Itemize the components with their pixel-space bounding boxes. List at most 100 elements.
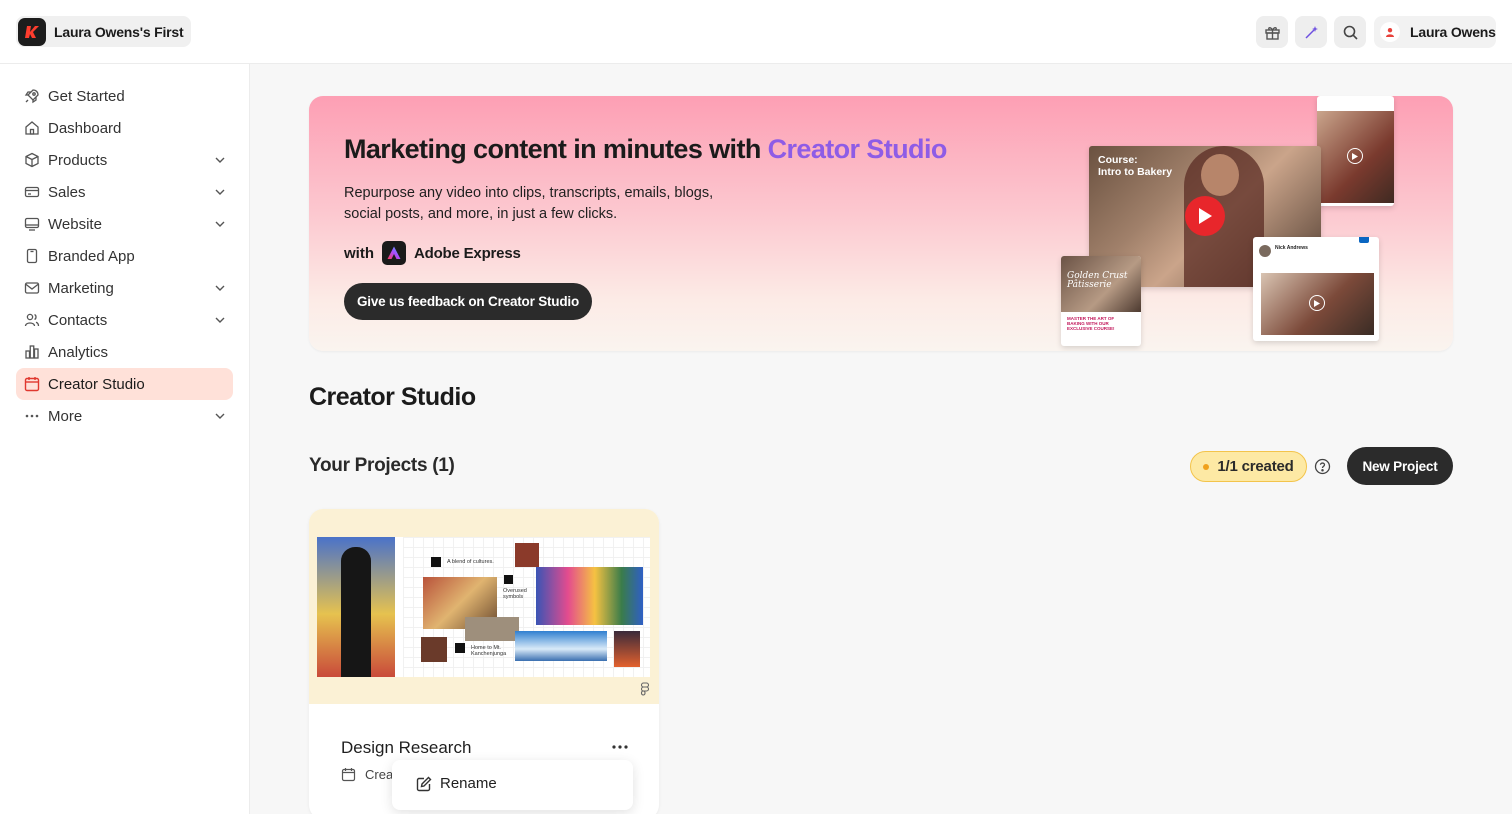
chevron-down-icon: [215, 221, 225, 227]
sidebar-item-more[interactable]: More: [16, 400, 233, 432]
sidebar-item-label: Branded App: [48, 247, 135, 265]
more-options-icon[interactable]: [609, 739, 631, 755]
figma-icon: [640, 682, 650, 696]
gift-button[interactable]: [1256, 16, 1288, 48]
play-icon: [1309, 295, 1325, 311]
feedback-button[interactable]: Give us feedback on Creator Studio: [344, 283, 592, 320]
social-post-preview: [1317, 96, 1394, 206]
created-count-label: 1/1 created: [1217, 458, 1294, 475]
workspace-name: Laura Owens's First: [54, 23, 184, 40]
slide-caption: Home to Mt. Kanchenjunga: [471, 645, 507, 657]
user-menu-button[interactable]: Laura Owens: [1374, 16, 1496, 48]
email-title: Golden Crust Pâtisserie: [1067, 272, 1127, 290]
users-icon: [24, 313, 40, 327]
sidebar-item-website[interactable]: Website: [16, 208, 233, 240]
project-name[interactable]: Design Research: [341, 738, 471, 758]
sidebar-item-label: Sales: [48, 183, 86, 201]
author-avatar: [1259, 245, 1271, 257]
video-caption-line: Intro to Bakery: [1098, 166, 1173, 178]
page-title: Creator Studio: [309, 383, 476, 411]
chevron-down-icon: [215, 157, 225, 163]
slide-photo: [421, 637, 447, 662]
sidebar-item-label: Get Started: [48, 87, 125, 105]
promo-banner: Marketing content in minutes with Creato…: [309, 96, 1453, 351]
workspace-switcher[interactable]: Laura Owens's First: [16, 16, 192, 47]
chevron-down-icon: [215, 285, 225, 291]
sidebar-item-label: Products: [48, 151, 108, 169]
banner-title: Marketing content in minutes with Creato…: [344, 134, 947, 165]
sidebar-item-products[interactable]: Products: [16, 144, 233, 176]
video-caption: Course: Intro to Bakery: [1098, 154, 1172, 178]
partner-row: with Adobe Express: [344, 241, 521, 265]
edit-icon: [416, 776, 432, 792]
slide-preview: A blend of cultures. Overused symbols Ho…: [317, 537, 650, 677]
slide-marker: [504, 575, 513, 584]
play-icon: [1347, 148, 1363, 164]
user-avatar-icon: [1380, 22, 1400, 42]
banner-title-prefix: Marketing content in minutes with: [344, 134, 768, 164]
sidebar-item-analytics[interactable]: Analytics: [16, 336, 233, 368]
sidebar-item-branded-app[interactable]: Branded App: [16, 240, 233, 272]
slide-symbols: [536, 567, 643, 625]
speaker-figure: [341, 547, 371, 677]
sidebar-item-label: Contacts: [48, 311, 108, 329]
sidebar-item-creator-studio[interactable]: Creator Studio: [16, 368, 233, 400]
post-author: Nick Andrews: [1275, 245, 1308, 251]
sidebar-item-marketing[interactable]: Marketing: [16, 272, 233, 304]
created-count-badge: 1/1 created: [1190, 451, 1307, 482]
email-title-line: Pâtisserie: [1067, 280, 1112, 290]
slide-photo: [465, 617, 519, 641]
banner-title-accent: Creator Studio: [767, 134, 948, 164]
sidebar-item-get-started[interactable]: Get Started: [16, 80, 233, 112]
calendar-icon: [341, 768, 356, 782]
ai-assistant-button[interactable]: [1295, 16, 1327, 48]
dots-icon: [25, 414, 39, 418]
chevron-down-icon: [215, 189, 225, 195]
slide-marker: [431, 557, 441, 567]
sparkle-wand-icon: [1304, 25, 1318, 39]
video-person-head: [1201, 154, 1239, 196]
sidebar-item-dashboard[interactable]: Dashboard: [16, 112, 233, 144]
email-preview: Golden Crust Pâtisserie MASTER THE ART O…: [1061, 256, 1141, 346]
sidebar-item-sales[interactable]: Sales: [16, 176, 233, 208]
sidebar-item-label: Analytics: [48, 343, 109, 361]
sidebar-item-contacts[interactable]: Contacts: [16, 304, 233, 336]
project-created-date: Crea: [365, 767, 394, 782]
credit-card-icon: [24, 186, 40, 198]
box-icon: [25, 152, 39, 168]
menu-item-rename[interactable]: Rename: [392, 760, 633, 806]
monitor-icon: [24, 217, 40, 231]
projects-section-title: Your Projects (1): [309, 455, 455, 476]
video-caption-line: Course:: [1098, 154, 1138, 166]
sidebar-item-label: Dashboard: [48, 119, 122, 137]
project-context-menu: Rename: [392, 760, 633, 810]
sidebar-item-label: More: [48, 407, 83, 425]
linkedin-icon: [1359, 237, 1369, 243]
home-icon: [25, 121, 39, 135]
search-icon: [1343, 25, 1358, 40]
sidebar: Get Started Dashboard Products Sales Web…: [0, 64, 250, 814]
adobe-express-icon: [382, 241, 406, 265]
gift-icon: [1264, 26, 1280, 40]
help-icon[interactable]: [1314, 458, 1331, 475]
bar-chart-icon: [25, 345, 39, 359]
mail-icon: [24, 282, 40, 294]
new-project-button[interactable]: New Project: [1347, 447, 1453, 485]
slide-mountain-photo: [515, 631, 607, 661]
slide-marker: [455, 643, 465, 653]
sidebar-item-label: Creator Studio: [48, 375, 145, 393]
banner-subtitle: Repurpose any video into clips, transcri…: [344, 185, 714, 222]
menu-item-label: Rename: [440, 775, 497, 792]
project-thumbnail[interactable]: A blend of cultures. Overused symbols Ho…: [309, 509, 659, 704]
slide-caption: Overused symbols: [503, 588, 527, 600]
search-button[interactable]: [1334, 16, 1366, 48]
calendar-icon: [24, 377, 40, 392]
phone-icon: [26, 248, 38, 264]
slide-photo: [515, 543, 539, 567]
status-dot: [1203, 463, 1210, 470]
top-bar: Laura Owens's First Laura Owens: [0, 0, 1512, 64]
slide-caption: A blend of cultures.: [447, 559, 494, 565]
partner-name: Adobe Express: [414, 244, 521, 262]
slide-photo: [614, 631, 640, 667]
play-icon: [1185, 196, 1225, 236]
